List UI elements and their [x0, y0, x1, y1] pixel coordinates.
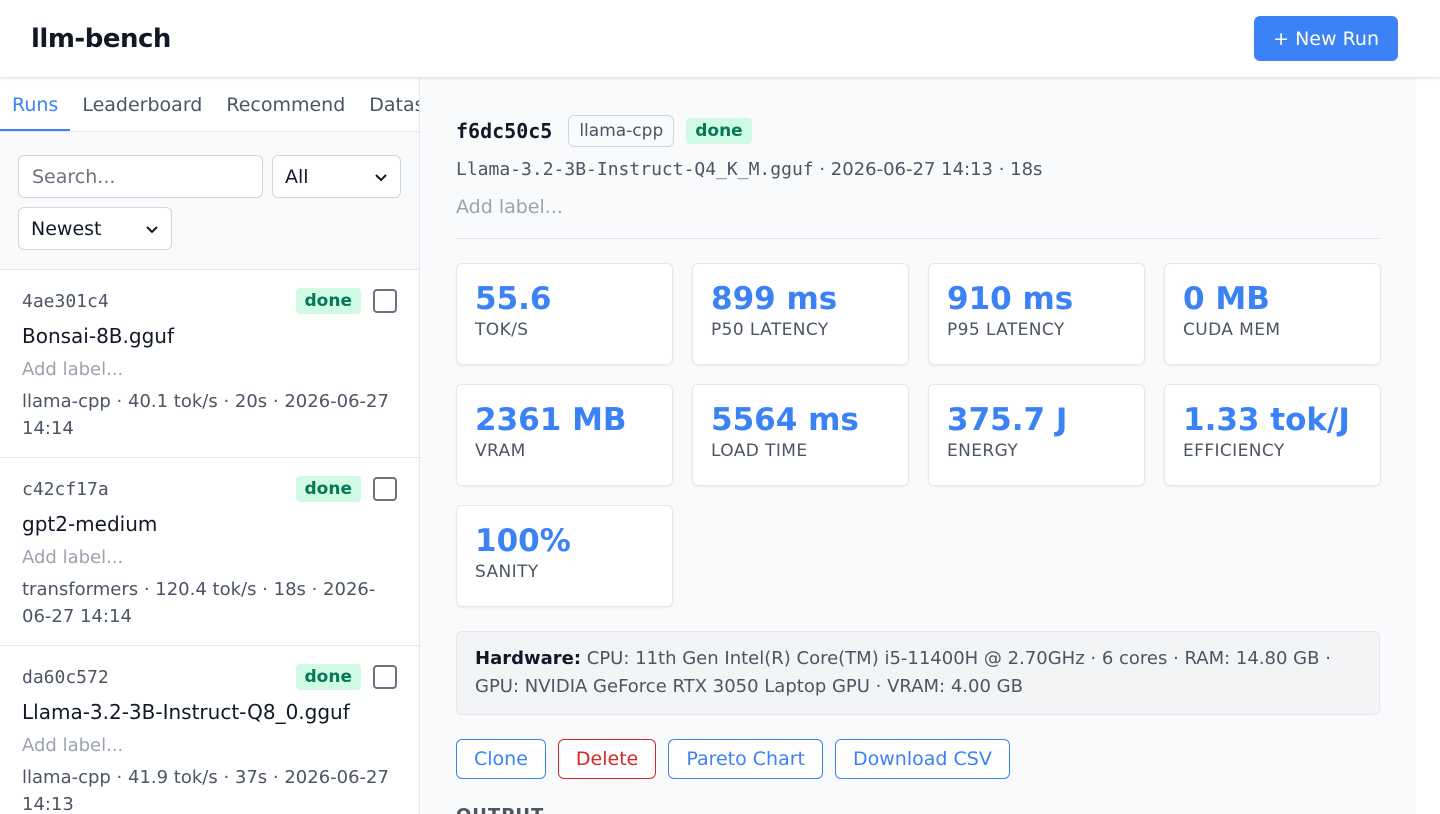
- compare-checkbox[interactable]: [373, 477, 397, 501]
- sort-value: Newest: [31, 217, 102, 240]
- app-title: llm-bench: [31, 23, 171, 54]
- metric-value: 5564 ms: [711, 402, 859, 438]
- delete-button[interactable]: Delete: [557, 739, 657, 779]
- run-list-item[interactable]: c42cf17a done gpt2-medium Add label... t…: [0, 458, 419, 646]
- tab-datasets[interactable]: Datasets: [357, 78, 419, 131]
- metric-label: CUDA MEM: [1183, 320, 1281, 340]
- hardware-label: Hardware:: [475, 648, 582, 669]
- detail-label-input[interactable]: Add label...: [456, 196, 1380, 239]
- metric-card-vram: 2361 MB VRAM: [456, 384, 673, 486]
- metric-value: 899 ms: [711, 281, 838, 317]
- run-meta: llama-cpp · 40.1 tok/s · 20s · 2026-06-2…: [22, 391, 389, 439]
- run-id: 4ae301c4: [22, 290, 109, 312]
- metric-card-efficiency: 1.33 tok/J EFFICIENCY: [1164, 384, 1381, 486]
- app-header: llm-bench + New Run: [0, 0, 1440, 78]
- run-list-item[interactable]: 4ae301c4 done Bonsai-8B.gguf Add label..…: [0, 270, 419, 458]
- metric-value: 910 ms: [947, 281, 1074, 317]
- tab-runs[interactable]: Runs: [0, 78, 71, 131]
- run-id: c42cf17a: [22, 478, 109, 500]
- compare-checkbox[interactable]: [373, 665, 397, 689]
- metric-value: 2361 MB: [475, 402, 627, 438]
- chevron-down-icon: [146, 225, 158, 233]
- new-run-button[interactable]: + New Run: [1254, 16, 1398, 61]
- chevron-down-icon: [375, 173, 387, 181]
- metric-card-p50-latency: 899 ms P50 LATENCY: [692, 263, 909, 365]
- metrics-grid: 55.6 TOK/S 899 ms P50 LATENCY 910 ms P95…: [456, 263, 1381, 607]
- metric-card-energy: 375.7 J ENERGY: [928, 384, 1145, 486]
- metric-label: P50 LATENCY: [711, 320, 829, 340]
- detail-run-id: f6dc50c5: [456, 119, 553, 143]
- output-heading: OUTPUT: [456, 805, 1380, 814]
- run-meta: transformers · 120.4 tok/s · 18s · 2026-…: [22, 579, 376, 627]
- metric-value: 375.7 J: [947, 402, 1068, 438]
- run-detail-panel: f6dc50c5 llama-cpp done Llama-3.2-3B-Ins…: [420, 78, 1416, 814]
- hardware-info: Hardware: CPU: 11th Gen Intel(R) Core(TM…: [456, 631, 1380, 715]
- detail-subtitle: Llama-3.2-3B-Instruct-Q4_K_M.gguf · 2026…: [456, 159, 1380, 180]
- run-label-input[interactable]: Add label...: [22, 735, 397, 756]
- metric-label: P95 LATENCY: [947, 320, 1065, 340]
- metric-label: LOAD TIME: [711, 441, 808, 461]
- run-meta: llama-cpp · 41.9 tok/s · 37s · 2026-06-2…: [22, 767, 389, 814]
- download-csv-button[interactable]: Download CSV: [835, 739, 1010, 779]
- compare-checkbox[interactable]: [373, 289, 397, 313]
- clone-button[interactable]: Clone: [456, 739, 546, 779]
- status-badge: done: [295, 288, 361, 314]
- metric-value: 1.33 tok/J: [1183, 402, 1350, 438]
- sort-select[interactable]: Newest: [18, 207, 172, 250]
- backend-badge: llama-cpp: [568, 115, 675, 147]
- metric-value: 0 MB: [1183, 281, 1270, 317]
- detail-run-meta: · 2026-06-27 14:13 · 18s: [813, 159, 1043, 180]
- metric-card-sanity: 100% SANITY: [456, 505, 673, 607]
- run-model-name: gpt2-medium: [22, 512, 158, 536]
- pareto-chart-button[interactable]: Pareto Chart: [668, 739, 824, 779]
- metric-card-tok-s: 55.6 TOK/S: [456, 263, 673, 365]
- tab-leaderboard[interactable]: Leaderboard: [70, 78, 214, 131]
- search-input[interactable]: [18, 155, 263, 198]
- metric-card-load-time: 5564 ms LOAD TIME: [692, 384, 909, 486]
- run-filters: All Newest: [0, 132, 419, 270]
- run-model-name: Bonsai-8B.gguf: [22, 324, 174, 348]
- metric-value: 100%: [475, 523, 571, 559]
- sidebar-tabs: Runs Leaderboard Recommend Datasets: [0, 78, 419, 132]
- run-label-input[interactable]: Add label...: [22, 359, 397, 380]
- status-filter-select[interactable]: All: [272, 155, 401, 198]
- metric-label: TOK/S: [475, 320, 529, 340]
- detail-model-name: Llama-3.2-3B-Instruct-Q4_K_M.gguf: [456, 159, 814, 180]
- status-filter-value: All: [285, 165, 309, 188]
- tab-recommend[interactable]: Recommend: [214, 78, 357, 131]
- metric-card-cuda-mem: 0 MB CUDA MEM: [1164, 263, 1381, 365]
- detail-actions: Clone Delete Pareto Chart Download CSV: [456, 739, 1380, 779]
- hardware-text: CPU: 11th Gen Intel(R) Core(TM) i5-11400…: [475, 648, 1331, 697]
- metric-card-p95-latency: 910 ms P95 LATENCY: [928, 263, 1145, 365]
- status-badge: done: [295, 664, 361, 690]
- metric-label: ENERGY: [947, 441, 1019, 461]
- scrollbar-track[interactable]: [1416, 78, 1440, 814]
- run-label-input[interactable]: Add label...: [22, 547, 397, 568]
- status-badge: done: [686, 118, 752, 144]
- metric-value: 55.6: [475, 281, 552, 317]
- metric-label: VRAM: [475, 441, 526, 461]
- metric-label: SANITY: [475, 562, 539, 582]
- run-list-item[interactable]: da60c572 done Llama-3.2-3B-Instruct-Q8_0…: [0, 646, 419, 814]
- run-id: da60c572: [22, 666, 109, 688]
- sidebar: Runs Leaderboard Recommend Datasets All …: [0, 78, 420, 814]
- metric-label: EFFICIENCY: [1183, 441, 1285, 461]
- status-badge: done: [295, 476, 361, 502]
- run-model-name: Llama-3.2-3B-Instruct-Q8_0.gguf: [22, 700, 350, 724]
